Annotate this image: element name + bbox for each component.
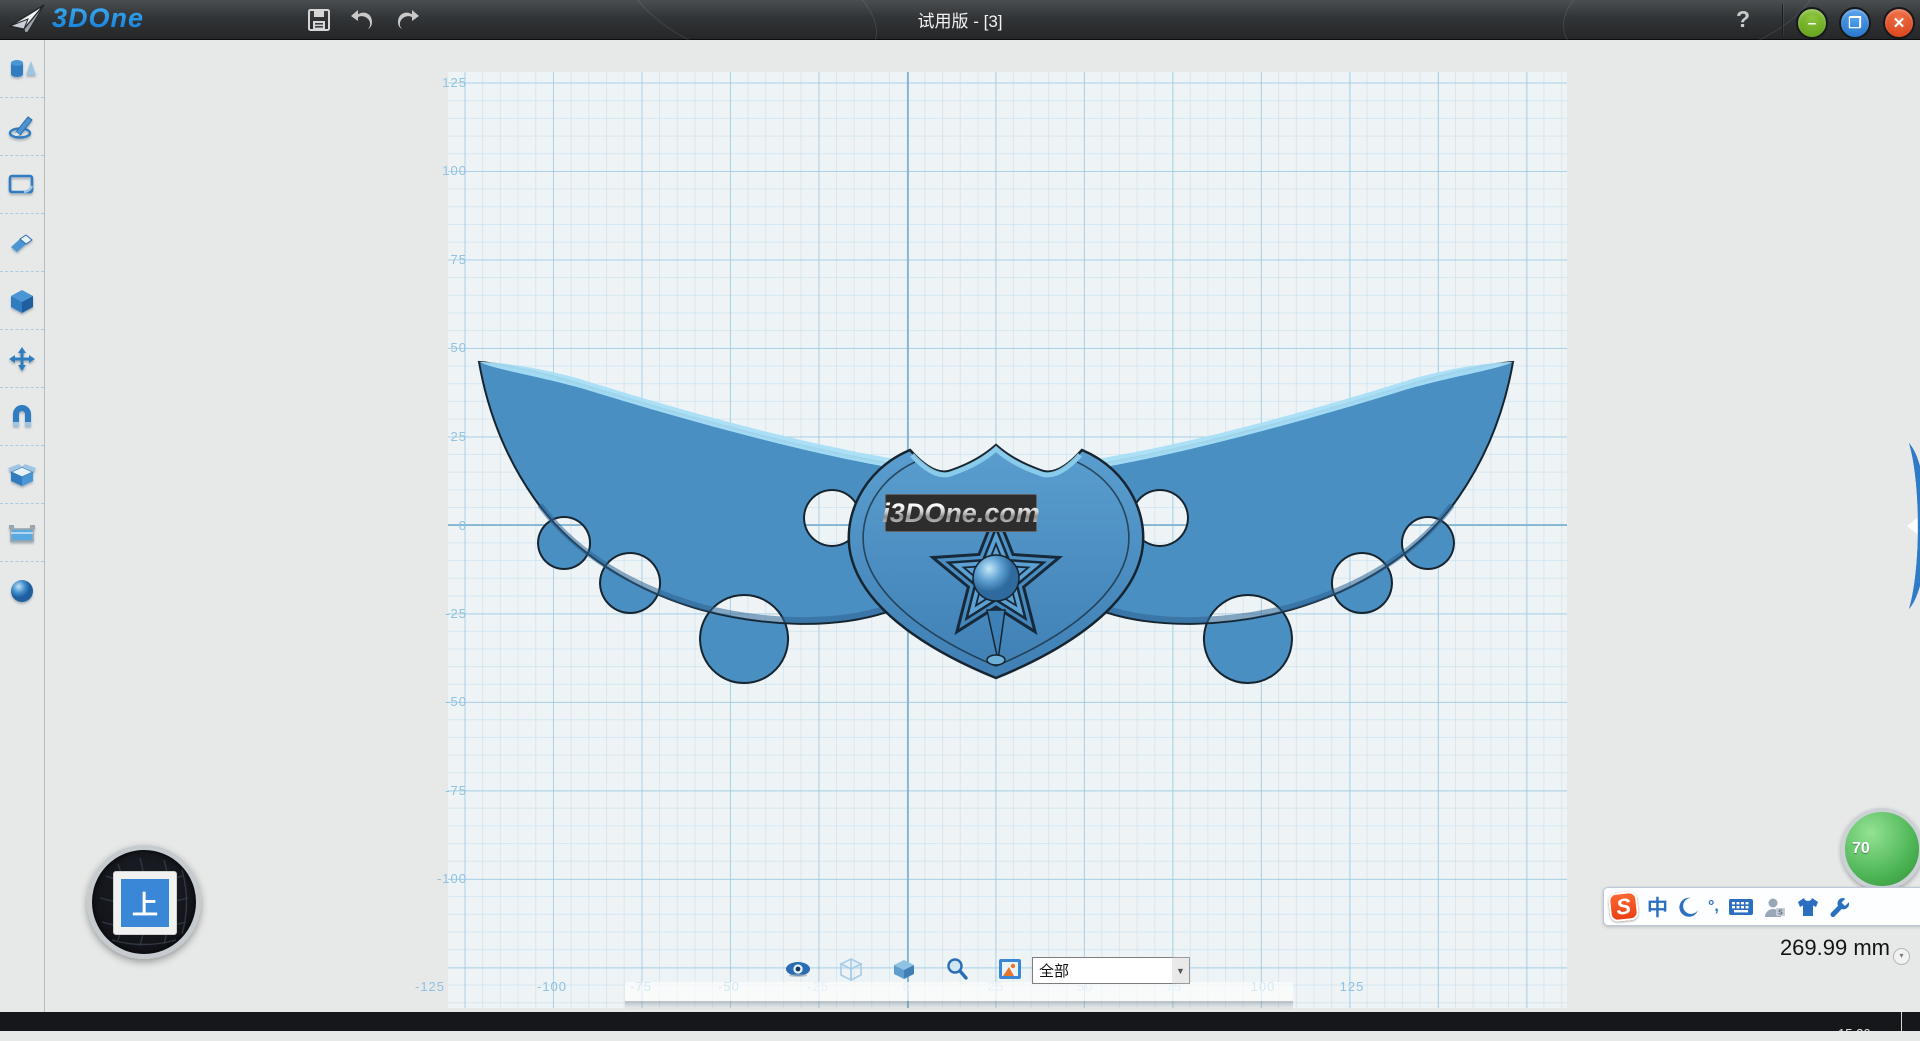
sidebar-item-material[interactable] — [0, 562, 44, 619]
os-taskbar[interactable]: 15:26 — [0, 1012, 1920, 1031]
display-filter-arrow[interactable]: ▼ — [1172, 957, 1190, 984]
moon-icon[interactable] — [1677, 896, 1699, 918]
shaded-cube-icon — [892, 957, 916, 981]
eye-icon — [785, 959, 811, 979]
ime-toolbar: S 中 °, S — [1603, 887, 1920, 926]
wireframe-cube-icon — [839, 957, 863, 981]
skin-shirt-icon[interactable] — [1796, 896, 1820, 918]
soft-keyboard-icon[interactable] — [1728, 898, 1754, 916]
axis-label: 100 — [423, 163, 467, 178]
show-desktop-button[interactable] — [1901, 1012, 1902, 1031]
watermark: i3DOne.com — [885, 494, 1037, 532]
axis-label: 125 — [1322, 979, 1382, 994]
sidebar-item-move[interactable] — [0, 330, 44, 388]
window-title: 试用版 - [3] — [0, 0, 1920, 39]
measurement-readout: 269.99 mm — [1560, 935, 1890, 961]
cube-icon — [8, 288, 36, 314]
axis-label: -100 — [423, 871, 467, 886]
tool-sidebar — [0, 40, 45, 1012]
3d-viewport[interactable]: 125 100 75 50 25 0 -25 -50 -75 -100 -125… — [45, 40, 1920, 1012]
chinese-mode-icon[interactable]: 中 — [1647, 892, 1668, 922]
restore-button[interactable]: ❐ — [1839, 7, 1871, 39]
account-icon[interactable]: S — [1763, 896, 1787, 918]
snapshot-button[interactable] — [997, 956, 1023, 982]
display-filter-value: 全部 — [1033, 960, 1069, 981]
pencil-sketch-icon — [8, 114, 36, 140]
view-cube-face-label: 上 — [121, 879, 169, 927]
titlebar-separator — [1782, 4, 1783, 35]
axis-label: 75 — [423, 252, 467, 267]
wireframe-view-button[interactable] — [838, 956, 864, 982]
antivirus-ball-score: 70 — [1852, 840, 1870, 858]
sidebar-item-primitives[interactable] — [0, 40, 44, 98]
sidebar-item-sketch-plane[interactable] — [0, 156, 44, 214]
title-bar: 3DOne 试用版 - [3] ? – ❐ — [0, 0, 1920, 40]
unit-stepper[interactable]: ▾ — [1893, 948, 1910, 965]
display-toolbar — [785, 955, 1023, 983]
zoom-button[interactable] — [944, 956, 970, 982]
plane-page-icon — [8, 172, 36, 198]
sphere-icon — [8, 578, 36, 604]
minimize-button[interactable]: – — [1796, 7, 1828, 39]
svg-text:S: S — [1778, 909, 1783, 916]
taskbar-clock: 15:26 — [1838, 1026, 1871, 1041]
right-panel-tab[interactable] — [1893, 443, 1920, 609]
sidebar-item-sketch[interactable] — [0, 98, 44, 156]
sidebar-item-combine[interactable] — [0, 446, 44, 504]
sidebar-item-eraser[interactable] — [0, 214, 44, 272]
punctuation-icon[interactable]: °, — [1708, 898, 1719, 916]
ruler-measure-icon — [8, 520, 36, 546]
sidebar-item-magnet[interactable] — [0, 388, 44, 446]
settings-wrench-icon[interactable] — [1829, 896, 1851, 918]
sidebar-item-solid[interactable] — [0, 272, 44, 330]
sogou-logo-icon[interactable]: S — [1608, 891, 1640, 923]
display-toolbar-shadow — [625, 1001, 1293, 1010]
move-arrows-icon — [8, 346, 36, 372]
display-filter-dropdown[interactable]: 全部 — [1032, 957, 1174, 984]
snapshot-icon — [997, 957, 1023, 981]
axis-label: -75 — [423, 783, 467, 798]
axis-label: -125 — [400, 979, 460, 994]
magnet-icon — [8, 404, 36, 430]
visibility-eye-button[interactable] — [785, 956, 811, 982]
display-toolbar-base — [625, 982, 1293, 1001]
eraser-icon — [8, 230, 36, 256]
sidebar-item-measure[interactable] — [0, 504, 44, 562]
close-button[interactable]: ✕ — [1883, 7, 1915, 39]
open-box-icon — [8, 462, 36, 488]
view-cube[interactable]: 上 — [87, 845, 201, 959]
antivirus-ball[interactable]: 70 — [1841, 808, 1920, 890]
help-button[interactable]: ? — [1728, 4, 1758, 34]
axis-label: -100 — [522, 979, 582, 994]
primitives-icon — [8, 56, 36, 82]
axis-label: 125 — [423, 75, 467, 90]
magnifier-icon — [945, 957, 969, 981]
watermark-text: i3DOne.com — [882, 498, 1040, 529]
shaded-view-button[interactable] — [891, 956, 917, 982]
view-cube-face[interactable]: 上 — [113, 871, 177, 935]
